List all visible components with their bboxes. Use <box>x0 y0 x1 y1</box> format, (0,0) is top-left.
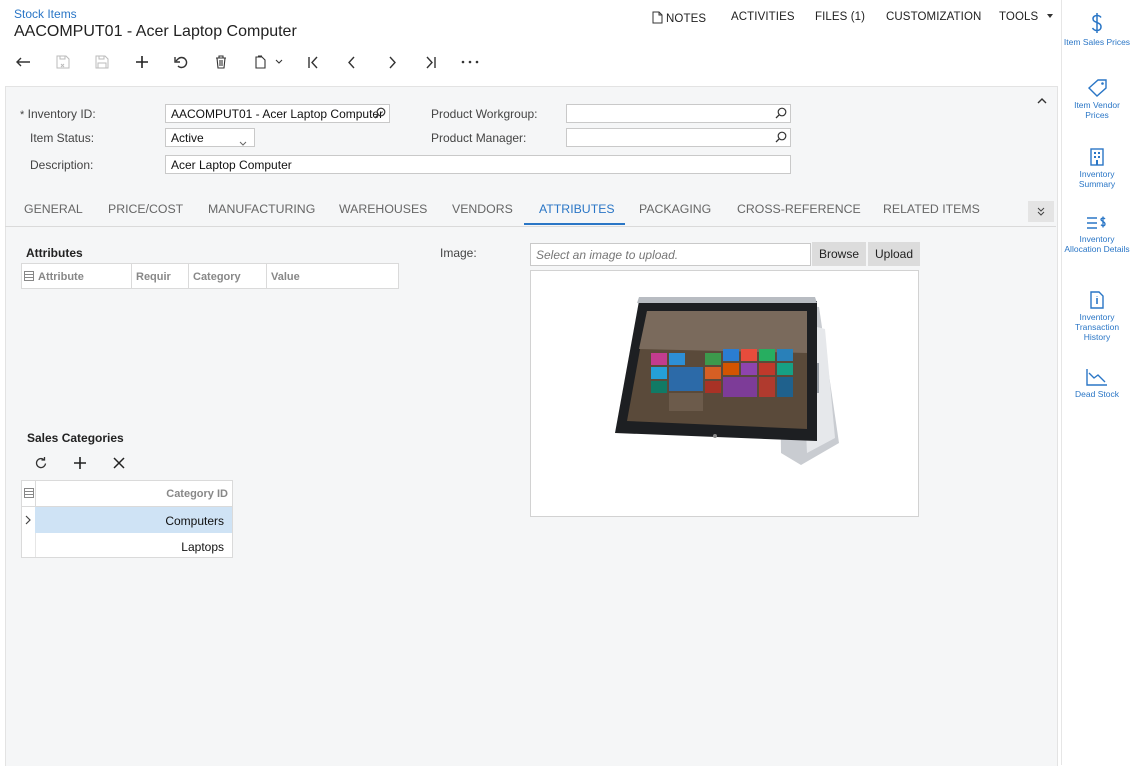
item-status-label: Item Status: <box>30 131 95 145</box>
back-icon[interactable] <box>13 53 33 71</box>
sales-categories-title: Sales Categories <box>27 431 124 445</box>
caret-down-icon <box>1046 14 1053 18</box>
add-row-icon[interactable] <box>73 456 87 473</box>
delete-icon[interactable] <box>211 53 231 71</box>
save-icon[interactable] <box>92 53 112 71</box>
description-label: Description: <box>30 158 94 172</box>
refresh-icon[interactable] <box>34 456 48 473</box>
sales-categories-header: Category ID <box>22 481 232 507</box>
customization-button[interactable]: CUSTOMIZATION <box>886 11 981 23</box>
next-icon[interactable] <box>382 53 402 71</box>
tab-cross-reference[interactable]: CROSS-REFERENCE <box>737 202 861 216</box>
sales-categories-grid: Category ID Computers Laptops <box>21 480 233 558</box>
tab-packaging[interactable]: PACKAGING <box>639 202 711 216</box>
sidebar-item-sales-prices[interactable]: Item Sales Prices <box>1062 12 1131 47</box>
save-close-icon[interactable] <box>53 53 73 71</box>
search-icon[interactable] <box>775 131 787 146</box>
description-input[interactable]: Acer Laptop Computer <box>165 155 791 174</box>
activities-button[interactable]: ACTIVITIES <box>731 11 795 23</box>
copy-paste-icon[interactable] <box>251 53 285 71</box>
laptop-image <box>615 297 839 465</box>
first-icon[interactable] <box>303 53 323 71</box>
sidebar-item-transaction-history[interactable]: Inventory Transaction History <box>1062 291 1131 342</box>
product-manager-input[interactable] <box>566 128 791 147</box>
table-row[interactable]: Laptops <box>35 533 232 557</box>
tab-vendors[interactable]: VENDORS <box>452 202 513 216</box>
chevron-right-icon <box>25 515 31 525</box>
image-label: Image: <box>440 246 477 260</box>
notes-button[interactable]: NOTES <box>652 11 706 27</box>
tab-related-items[interactable]: RELATED ITEMS <box>883 202 980 216</box>
grid-settings-icon[interactable] <box>24 270 34 284</box>
tab-warehouses[interactable]: WAREHOUSES <box>339 202 427 216</box>
allocation-icon <box>1087 216 1106 229</box>
col-category-id[interactable]: Category ID <box>166 488 228 500</box>
chevron-down-icon <box>239 135 247 149</box>
prev-icon[interactable] <box>342 53 362 71</box>
sidebar-item-vendor-prices[interactable]: Item Vendor Prices <box>1062 79 1131 120</box>
chart-down-icon <box>1086 369 1107 386</box>
attributes-grid-header: Attribute Requir Category Value <box>21 263 399 289</box>
col-value[interactable]: Value <box>271 271 300 283</box>
active-tab-indicator <box>524 223 625 225</box>
add-icon[interactable] <box>132 53 152 71</box>
tab-attributes[interactable]: ATTRIBUTES <box>539 202 615 216</box>
undo-icon[interactable] <box>171 53 191 71</box>
inventory-id-label: * Inventory ID: <box>20 107 96 121</box>
search-icon[interactable] <box>374 107 386 122</box>
main-panel: Stock Items AACOMPUT01 - Acer Laptop Com… <box>0 0 1061 766</box>
search-icon[interactable] <box>775 107 787 122</box>
table-row[interactable]: Computers <box>35 507 232 533</box>
tab-general[interactable]: GENERAL <box>24 202 83 216</box>
col-required[interactable]: Requir <box>136 271 171 283</box>
tools-button[interactable]: TOOLS <box>999 11 1053 23</box>
item-image-frame <box>530 270 919 517</box>
col-attribute[interactable]: Attribute <box>38 271 84 283</box>
more-icon[interactable] <box>460 53 480 71</box>
building-icon <box>1090 148 1104 166</box>
tab-manufacturing[interactable]: MANUFACTURING <box>208 202 315 216</box>
required-mark: * <box>20 109 25 121</box>
browse-button[interactable]: Browse <box>812 242 867 266</box>
right-sidebar: Item Sales Prices Item Vendor Prices Inv… <box>1061 0 1131 765</box>
transaction-doc-icon <box>1090 291 1104 309</box>
tabs-overflow-button[interactable] <box>1028 201 1054 222</box>
sidebar-item-dead-stock[interactable]: Dead Stock <box>1062 368 1131 399</box>
dollar-icon <box>1091 13 1102 33</box>
inventory-id-input[interactable]: AACOMPUT01 - Acer Laptop Computer <box>165 104 390 123</box>
col-category[interactable]: Category <box>193 271 241 283</box>
page-title: AACOMPUT01 - Acer Laptop Computer <box>14 23 297 40</box>
sidebar-item-inventory-summary[interactable]: Inventory Summary <box>1062 148 1131 189</box>
last-icon[interactable] <box>421 53 441 71</box>
notes-icon <box>652 11 663 27</box>
grid-settings-icon[interactable] <box>24 487 34 501</box>
product-workgroup-label: Product Workgroup: <box>431 107 538 121</box>
delete-row-icon[interactable] <box>113 457 125 472</box>
tab-bar: GENERAL PRICE/COST MANUFACTURING WAREHOU… <box>5 198 1056 227</box>
product-workgroup-input[interactable] <box>566 104 791 123</box>
row-selector[interactable] <box>22 507 35 533</box>
tag-icon <box>1087 79 1107 97</box>
sidebar-item-allocation-details[interactable]: Inventory Allocation Details <box>1062 215 1131 254</box>
product-manager-label: Product Manager: <box>431 131 527 145</box>
image-file-input[interactable]: Select an image to upload. <box>530 243 811 266</box>
notes-label: NOTES <box>666 13 707 25</box>
double-chevron-down-icon <box>1037 207 1045 216</box>
files-button[interactable]: FILES (1) <box>815 11 865 23</box>
breadcrumb[interactable]: Stock Items <box>14 7 77 21</box>
tab-price-cost[interactable]: PRICE/COST <box>108 202 183 216</box>
attributes-section-title: Attributes <box>26 246 83 260</box>
upload-button[interactable]: Upload <box>868 242 921 266</box>
tools-label: TOOLS <box>999 11 1039 23</box>
collapse-chevron-up-icon[interactable] <box>1037 93 1047 107</box>
